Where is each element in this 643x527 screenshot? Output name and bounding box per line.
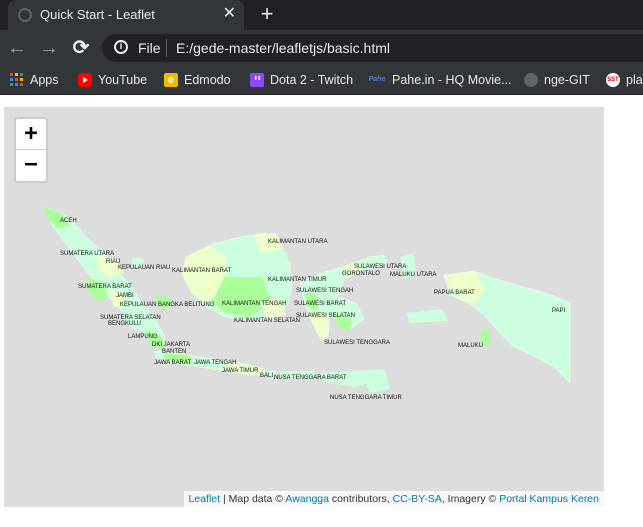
loading-favicon-icon xyxy=(18,8,32,22)
forward-button[interactable]: → xyxy=(38,37,60,59)
attribution-text: | Map data © xyxy=(220,493,286,505)
label-kalbar: KALIMANTAN BARAT xyxy=(172,268,231,274)
label-malut: MALUKU UTARA xyxy=(390,272,437,278)
indonesia-map-layer[interactable]: ACEH SUMATERA UTARA RIAU KEPULAUAN RIAU … xyxy=(4,107,604,507)
address-bar[interactable]: i File E:/gede-master/leafletjs/basic.ht… xyxy=(102,34,643,62)
label-jambi: JAMBI xyxy=(116,293,134,299)
label-sulbar: SULAWESI BARAT xyxy=(294,301,346,307)
label-lampung: LAMPUNG xyxy=(128,334,158,340)
label-babel: KEPULAUAN BANGKA BELITUNG xyxy=(120,302,215,308)
label-bengkulu: BENGKULU xyxy=(108,321,141,327)
bookmark-youtube[interactable]: YouTube xyxy=(78,72,147,88)
zoom-in-button[interactable]: + xyxy=(16,119,46,150)
url-text[interactable]: E:/gede-master/leafletjs/basic.html xyxy=(176,40,390,56)
label-sumbar: SUMATERA BARAT xyxy=(78,284,132,290)
bookmark-label: Edmodo xyxy=(184,73,231,87)
province-maluku[interactable] xyxy=(406,309,448,323)
bookmark-label: YouTube xyxy=(98,73,148,87)
back-button[interactable]: ← xyxy=(6,37,28,59)
zoom-out-button[interactable]: − xyxy=(16,150,46,180)
label-sulteng: SULAWESI TENGAH xyxy=(296,288,353,294)
label-sultra: SULAWESI TENGGARA xyxy=(324,340,390,346)
github-icon xyxy=(524,73,538,87)
label-kaltim: KALIMANTAN TIMUR xyxy=(268,277,327,283)
attribution-text: , Imagery © xyxy=(441,493,500,505)
bookmark-pla[interactable]: SST pla xyxy=(606,72,643,88)
label-jakarta: DKI JAKARTA xyxy=(152,342,190,348)
awangga-link[interactable]: Awangga xyxy=(285,493,329,505)
label-ntb: NUSA TENGGARA BARAT xyxy=(274,375,347,381)
pahe-icon: Pahe xyxy=(368,76,386,83)
sst-icon: SST xyxy=(606,73,620,87)
label-jatim: JAWA TIMUR xyxy=(222,368,259,374)
label-aceh: ACEH xyxy=(60,218,77,224)
bookmark-nge-git[interactable]: nge-GIT xyxy=(524,72,590,88)
label-papbar: PAPUA BARAT xyxy=(434,290,475,296)
bookmark-label: Apps xyxy=(30,73,59,87)
label-sulut: SULAWESI UTARA xyxy=(354,264,406,270)
new-tab-button[interactable]: + xyxy=(256,3,278,25)
bookmark-label: nge-GIT xyxy=(544,73,590,87)
label-gorontalo: GORONTALO xyxy=(342,271,380,277)
label-kalut: KALIMANTAN UTARA xyxy=(268,239,327,245)
page-content: ACEH SUMATERA UTARA RIAU KEPULAUAN RIAU … xyxy=(0,95,643,527)
browser-toolbar: ← → ⟳ i File E:/gede-master/leafletjs/ba… xyxy=(0,30,643,66)
label-maluku: MALUKU xyxy=(458,343,483,349)
bookmark-apps[interactable]: Apps xyxy=(10,72,59,88)
label-sulsel: SULAWESI SELATAN xyxy=(296,313,355,319)
label-kalteng: KALIMANTAN TENGAH xyxy=(222,301,286,307)
bookmark-label: Pahe.in - HQ Movie... xyxy=(392,73,512,87)
map-attribution: Leaflet | Map data © Awangga contributor… xyxy=(183,491,604,507)
zoom-control: + − xyxy=(14,117,48,183)
label-jateng: JAWA TENGAH xyxy=(194,360,236,366)
attribution-text: contributors, xyxy=(329,493,393,505)
apps-grid-icon xyxy=(10,73,24,87)
bookmark-twitch[interactable]: Dota 2 - Twitch xyxy=(250,72,353,88)
label-kalsel: KALIMANTAN SELATAN xyxy=(234,318,300,324)
leaflet-link[interactable]: Leaflet xyxy=(189,493,221,505)
bookmark-label: pla xyxy=(626,73,643,87)
label-kepri: KEPULAUAN RIAU xyxy=(118,265,170,271)
bookmark-pahe[interactable]: Pahe Pahe.in - HQ Movie... xyxy=(368,72,512,88)
bookmark-label: Dota 2 - Twitch xyxy=(270,73,354,87)
reload-button[interactable]: ⟳ xyxy=(70,37,92,59)
scheme-label: File xyxy=(138,40,161,56)
edmodo-icon: e xyxy=(164,73,178,87)
bookmarks-bar: Apps YouTube e Edmodo Dota 2 - Twitch Pah… xyxy=(0,66,643,95)
tab-strip: Quick Start - Leaflet ✕ + xyxy=(0,0,643,30)
license-link[interactable]: CC-BY-SA xyxy=(393,493,442,505)
label-bali: BALI xyxy=(260,373,273,379)
twitch-icon xyxy=(250,73,264,87)
close-tab-icon[interactable]: ✕ xyxy=(223,5,236,23)
bookmark-edmodo[interactable]: e Edmodo xyxy=(164,72,231,88)
label-ntt: NUSA TENGGARA TIMUR xyxy=(330,395,402,401)
label-sumut: SUMATERA UTARA xyxy=(60,251,114,257)
label-banten: BANTEN xyxy=(162,349,186,355)
portal-link[interactable]: Portal Kampus Keren xyxy=(499,493,599,505)
omnibox-divider xyxy=(166,39,167,57)
label-jabar: JAWA BARAT xyxy=(154,360,191,366)
leaflet-map[interactable]: ACEH SUMATERA UTARA RIAU KEPULAUAN RIAU … xyxy=(4,107,604,507)
tab-quick-start[interactable]: Quick Start - Leaflet ✕ xyxy=(8,0,244,30)
label-papua: PAPI xyxy=(552,308,566,314)
youtube-icon xyxy=(78,73,92,87)
tab-title: Quick Start - Leaflet xyxy=(40,7,155,22)
info-icon[interactable]: i xyxy=(114,40,128,54)
